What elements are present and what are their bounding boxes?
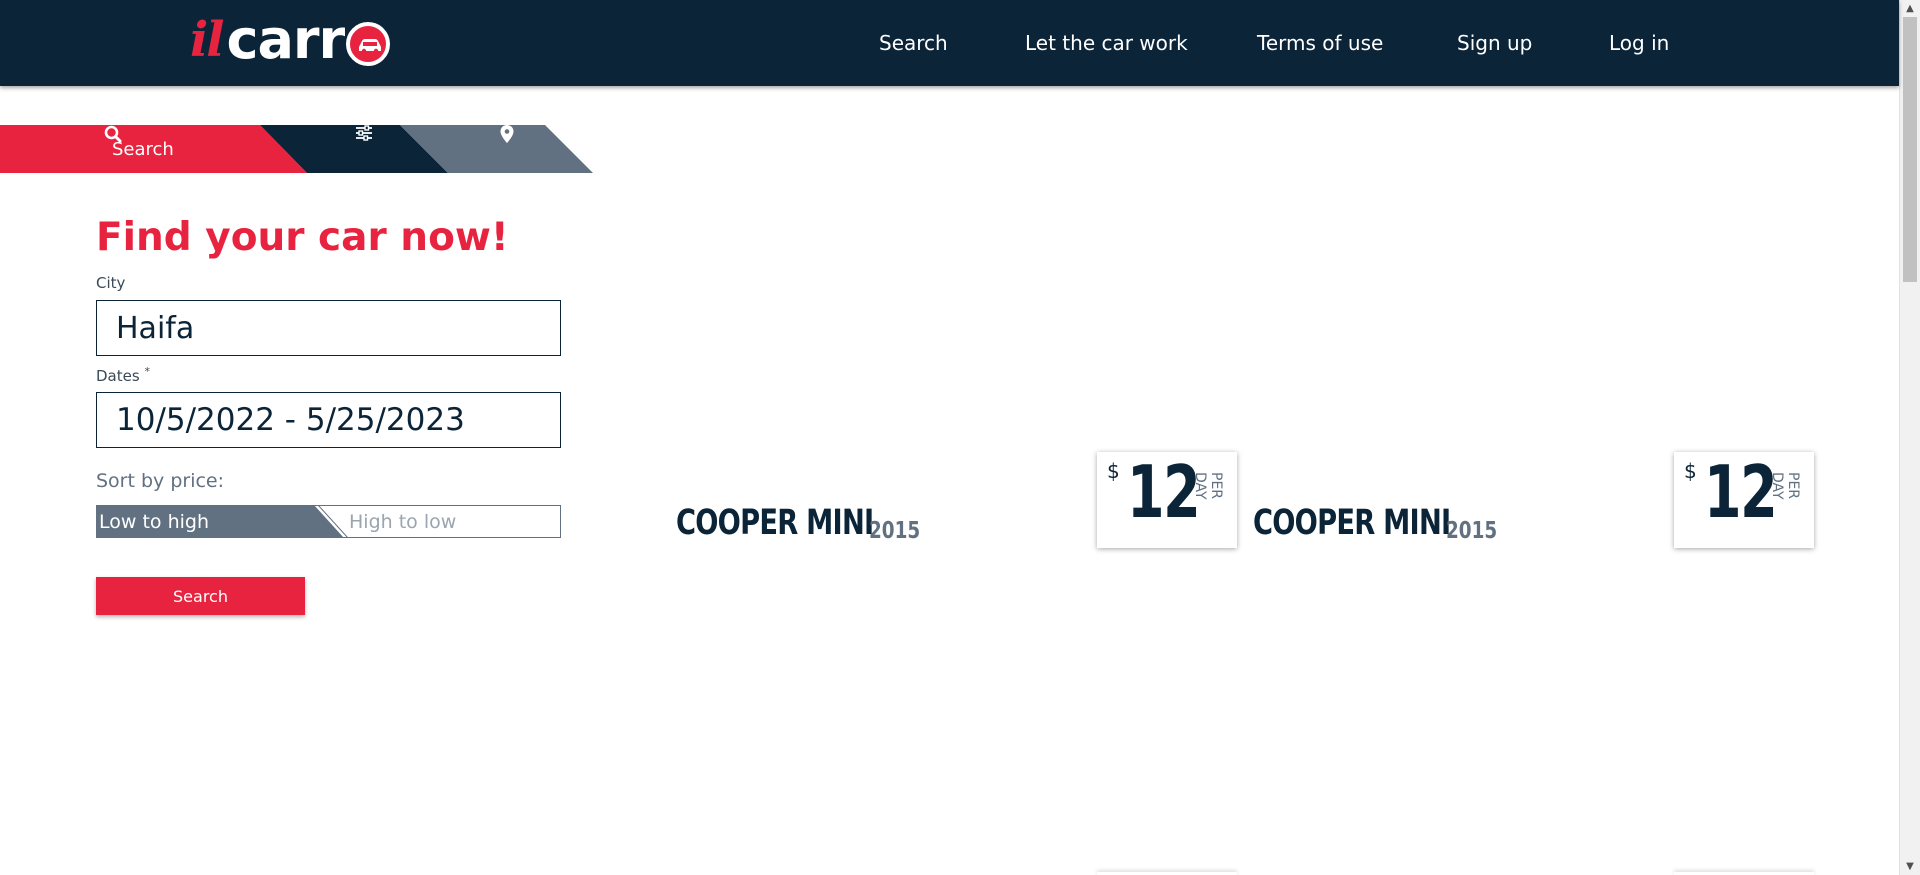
car-card[interactable]: COOPER MINI 2015 $ 12 PER DAY xyxy=(1253,440,1828,560)
dates-input[interactable] xyxy=(96,392,561,448)
scrollbar-thumb[interactable] xyxy=(1903,17,1917,282)
page-scrollbar[interactable]: ▲ ▼ xyxy=(1899,0,1920,875)
logo-prefix: il xyxy=(190,12,224,68)
city-label: City xyxy=(96,274,126,292)
nav-search-link[interactable]: Search xyxy=(879,31,948,55)
tab-filters[interactable] xyxy=(355,125,390,173)
page-title: Find your car now! xyxy=(96,215,509,260)
car-year: 2015 xyxy=(1446,518,1498,544)
tab-search[interactable]: Search xyxy=(104,125,174,173)
car-year: 2015 xyxy=(869,518,921,544)
nav-sign-up-link[interactable]: Sign up xyxy=(1457,31,1532,55)
top-navbar: il carr Search Let the car work Terms of… xyxy=(0,0,1899,86)
search-tab-bar: Search xyxy=(0,125,595,173)
search-button[interactable]: Search xyxy=(96,577,305,615)
dates-label: Dates * xyxy=(96,365,150,385)
nav-terms-of-use-link[interactable]: Terms of use xyxy=(1257,31,1383,55)
city-input[interactable] xyxy=(96,300,561,356)
car-logo-icon xyxy=(346,22,391,66)
scroll-down-arrow-icon[interactable]: ▼ xyxy=(1900,858,1920,875)
logo-word: carr xyxy=(226,8,345,71)
price-unit: PER DAY xyxy=(1192,472,1224,500)
sort-label: Sort by price: xyxy=(96,470,225,492)
nav-log-in-link[interactable]: Log in xyxy=(1609,31,1669,55)
car-card[interactable]: COOPER MINI 2015 $ 12 PER DAY xyxy=(676,440,1251,560)
nav-let-the-car-work-link[interactable]: Let the car work xyxy=(1025,31,1188,55)
car-name: COOPER MINI xyxy=(1253,503,1451,543)
ilcarro-logo[interactable]: il carr xyxy=(190,8,391,71)
sort-low-to-high-option[interactable]: Low to high xyxy=(99,505,209,538)
price-currency: $ xyxy=(1107,459,1120,483)
price-currency: $ xyxy=(1684,459,1697,483)
scroll-up-arrow-icon[interactable]: ▲ xyxy=(1900,0,1920,17)
dates-label-text: Dates xyxy=(96,367,140,385)
sort-toggle: Low to high High to low xyxy=(96,505,561,538)
price-unit: PER DAY xyxy=(1769,472,1801,500)
price-amount: 12 xyxy=(1704,450,1778,534)
car-name: COOPER MINI xyxy=(676,503,874,543)
price-badge: $ 12 PER DAY xyxy=(1097,452,1237,548)
sort-high-to-low-option[interactable]: High to low xyxy=(349,505,456,538)
price-badge: $ 12 PER DAY xyxy=(1674,452,1814,548)
price-amount: 12 xyxy=(1127,450,1201,534)
required-mark: * xyxy=(144,365,150,378)
tab-location[interactable] xyxy=(500,125,535,173)
